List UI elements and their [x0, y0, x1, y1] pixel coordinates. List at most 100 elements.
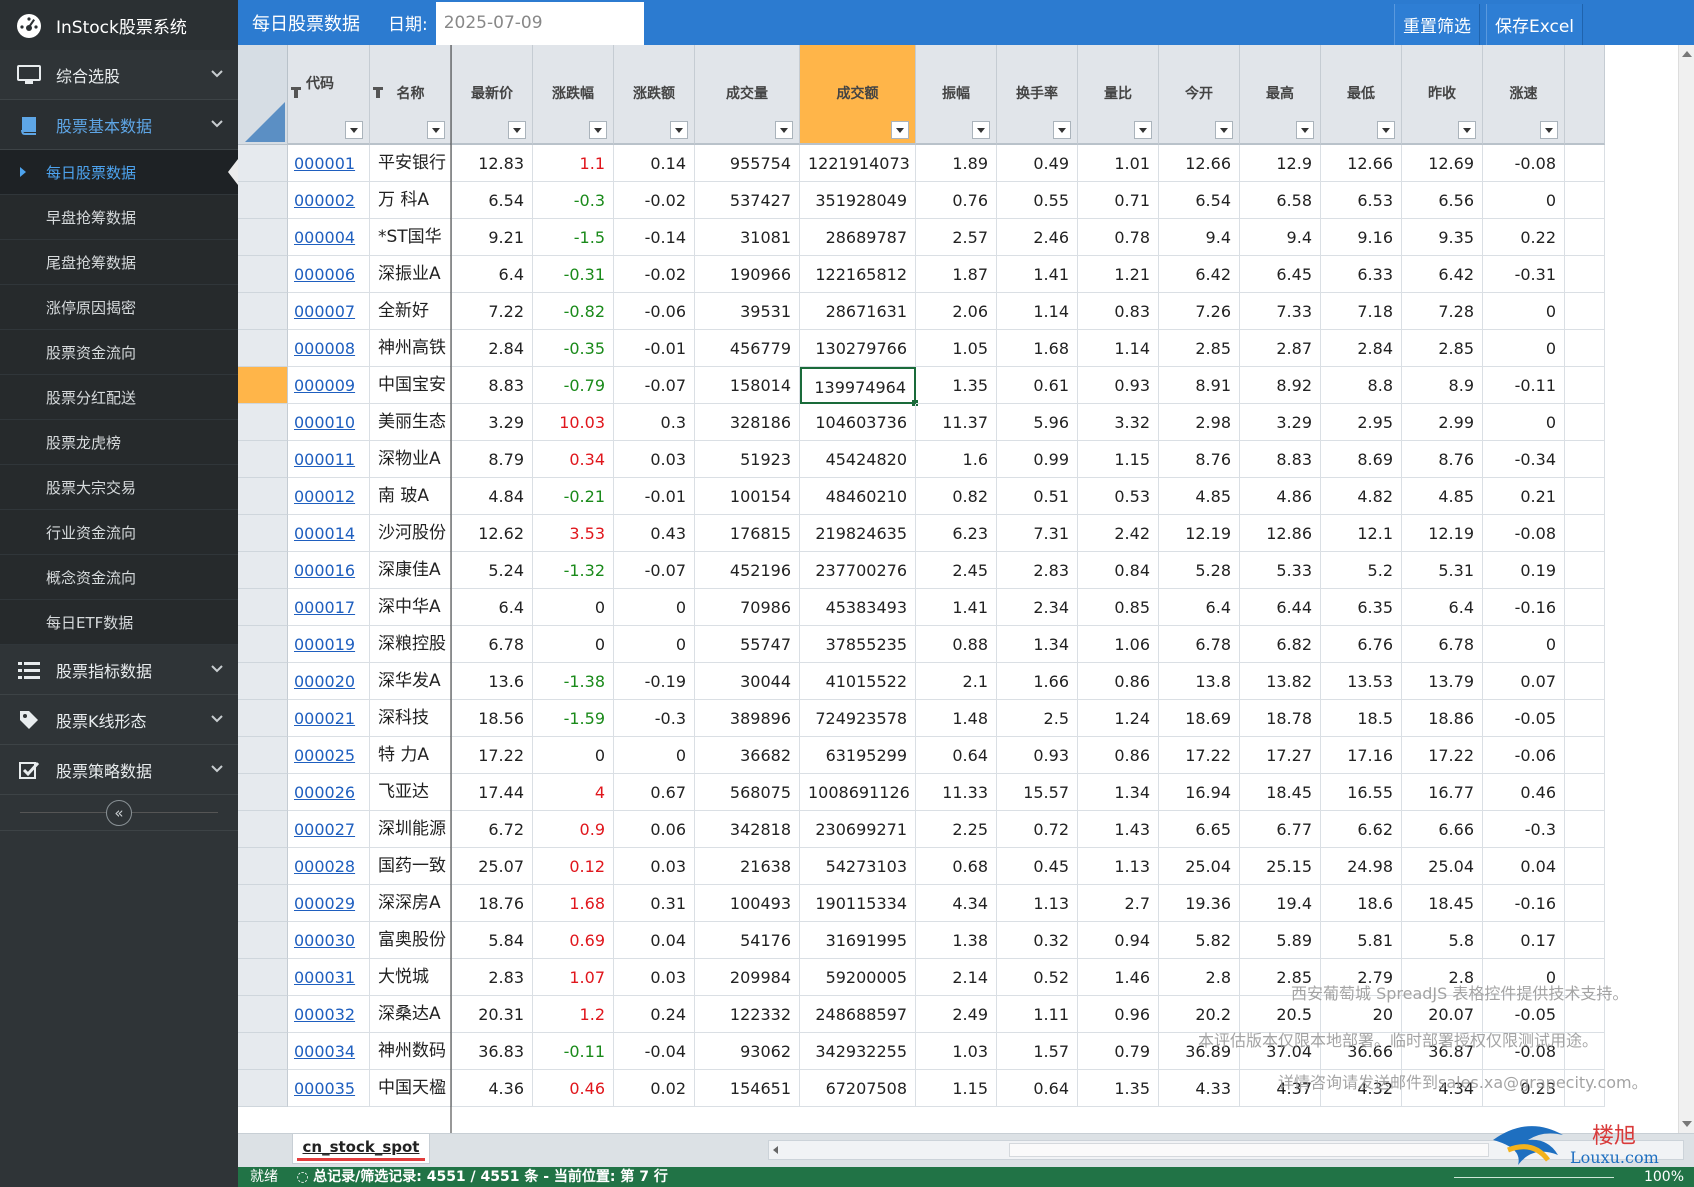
stock-code-link[interactable]: 000027	[288, 811, 370, 848]
table-cell[interactable]: 6.44	[1240, 589, 1321, 626]
table-cell[interactable]: 0.19	[1483, 552, 1565, 589]
table-cell[interactable]: 8.69	[1321, 441, 1402, 478]
row-header[interactable]	[238, 256, 288, 293]
table-cell[interactable]: 0.32	[997, 922, 1078, 959]
nav-sub-item[interactable]: 每日股票数据	[0, 150, 238, 195]
nav-group[interactable]: 股票策略数据	[0, 745, 238, 795]
row-header[interactable]	[238, 219, 288, 256]
table-cell[interactable]: 2.46	[997, 219, 1078, 256]
table-cell[interactable]: 3.53	[533, 515, 614, 552]
table-cell[interactable]: 0.03	[614, 959, 695, 996]
table-cell[interactable]: 70986	[695, 589, 800, 626]
table-cell-overflow[interactable]	[1565, 811, 1605, 848]
table-cell[interactable]: 深深房A	[370, 885, 452, 922]
table-cell[interactable]: 富奥股份	[370, 922, 452, 959]
table-cell[interactable]: 17.22	[452, 737, 533, 774]
table-cell[interactable]: 1.38	[916, 922, 997, 959]
table-cell[interactable]: 1.15	[1078, 441, 1159, 478]
column-header[interactable]: 今开	[1159, 45, 1240, 145]
table-cell[interactable]: 8.83	[1240, 441, 1321, 478]
table-cell[interactable]: 0	[1483, 626, 1565, 663]
table-cell[interactable]: 0.31	[614, 885, 695, 922]
row-header[interactable]	[238, 182, 288, 219]
table-cell[interactable]: 24.98	[1321, 848, 1402, 885]
nav-sub-item[interactable]: 尾盘抢筹数据	[0, 240, 238, 285]
table-cell[interactable]: 18.86	[1402, 700, 1483, 737]
table-cell[interactable]: 1221914073	[800, 145, 916, 182]
table-cell[interactable]: 1.68	[997, 330, 1078, 367]
filter-dropdown-icon[interactable]	[427, 121, 445, 139]
nav-sub-item[interactable]: 每日ETF数据	[0, 600, 238, 645]
table-cell[interactable]: 12.19	[1402, 515, 1483, 552]
stock-code-link[interactable]: 000032	[288, 996, 370, 1033]
table-cell[interactable]: 51923	[695, 441, 800, 478]
table-cell[interactable]: 1.87	[916, 256, 997, 293]
stock-code-link[interactable]: 000025	[288, 737, 370, 774]
date-input[interactable]	[435, 1, 644, 45]
table-cell[interactable]: 6.78	[1159, 626, 1240, 663]
collapse-sidebar-icon[interactable]: «	[106, 799, 132, 826]
filter-dropdown-icon[interactable]	[1540, 121, 1558, 139]
table-cell[interactable]: 18.45	[1402, 885, 1483, 922]
stock-code-link[interactable]: 000034	[288, 1033, 370, 1070]
table-cell-overflow[interactable]	[1565, 330, 1605, 367]
table-cell[interactable]: 2.84	[452, 330, 533, 367]
table-cell[interactable]: -1.38	[533, 663, 614, 700]
table-cell[interactable]: 5.82	[1159, 922, 1240, 959]
table-cell[interactable]: 飞亚达	[370, 774, 452, 811]
stock-code-link[interactable]: 000030	[288, 922, 370, 959]
table-cell[interactable]: 6.78	[452, 626, 533, 663]
table-cell[interactable]: 6.35	[1321, 589, 1402, 626]
table-cell[interactable]: 5.24	[452, 552, 533, 589]
table-cell[interactable]: 6.65	[1159, 811, 1240, 848]
nav-sub-item[interactable]: 股票资金流向	[0, 330, 238, 375]
table-cell[interactable]: 4.82	[1321, 478, 1402, 515]
table-cell[interactable]: 0.64	[916, 737, 997, 774]
stock-code-link[interactable]: 000017	[288, 589, 370, 626]
table-cell[interactable]: 17.27	[1240, 737, 1321, 774]
table-cell[interactable]: 0.14	[614, 145, 695, 182]
table-cell[interactable]: 130279766	[800, 330, 916, 367]
table-cell[interactable]: 537427	[695, 182, 800, 219]
table-cell[interactable]: -0.82	[533, 293, 614, 330]
table-cell[interactable]: 0.02	[614, 1070, 695, 1107]
table-cell[interactable]: 15.57	[997, 774, 1078, 811]
table-cell[interactable]: 190966	[695, 256, 800, 293]
table-cell[interactable]: 6.58	[1240, 182, 1321, 219]
filter-dropdown-icon[interactable]	[345, 121, 363, 139]
column-header[interactable]: 振幅	[916, 45, 997, 145]
table-cell[interactable]: -0.02	[614, 256, 695, 293]
table-cell[interactable]: -0.07	[614, 552, 695, 589]
table-cell[interactable]: 63195299	[800, 737, 916, 774]
nav-sub-item[interactable]: 早盘抢筹数据	[0, 195, 238, 240]
table-cell[interactable]: 18.45	[1240, 774, 1321, 811]
table-cell[interactable]: 7.18	[1321, 293, 1402, 330]
nav-sub-item[interactable]: 概念资金流向	[0, 555, 238, 600]
column-header[interactable]: 最新价	[452, 45, 533, 145]
table-cell[interactable]: 8.83	[452, 367, 533, 404]
stock-code-link[interactable]: 000021	[288, 700, 370, 737]
table-cell-overflow[interactable]	[1565, 700, 1605, 737]
filter-dropdown-icon[interactable]	[1053, 121, 1071, 139]
row-header[interactable]	[238, 404, 288, 441]
row-header[interactable]	[238, 700, 288, 737]
column-header[interactable]: 名称	[370, 45, 452, 145]
table-cell[interactable]: 6.56	[1402, 182, 1483, 219]
table-cell[interactable]: -0.01	[614, 478, 695, 515]
table-cell[interactable]: 4.36	[452, 1070, 533, 1107]
table-cell[interactable]: 6.42	[1159, 256, 1240, 293]
row-header[interactable]	[238, 552, 288, 589]
table-cell[interactable]: 1.13	[997, 885, 1078, 922]
stock-code-link[interactable]: 000008	[288, 330, 370, 367]
table-cell[interactable]: -0.07	[614, 367, 695, 404]
row-header[interactable]	[238, 996, 288, 1033]
table-cell-overflow[interactable]	[1565, 589, 1605, 626]
table-cell[interactable]: 4.33	[1159, 1070, 1240, 1107]
table-cell[interactable]: 全新好	[370, 293, 452, 330]
table-cell[interactable]: 1.21	[1078, 256, 1159, 293]
table-cell[interactable]: 18.56	[452, 700, 533, 737]
stock-code-link[interactable]: 000011	[288, 441, 370, 478]
table-cell[interactable]: 0	[614, 589, 695, 626]
table-cell-overflow[interactable]	[1565, 848, 1605, 885]
table-cell-overflow[interactable]	[1565, 219, 1605, 256]
